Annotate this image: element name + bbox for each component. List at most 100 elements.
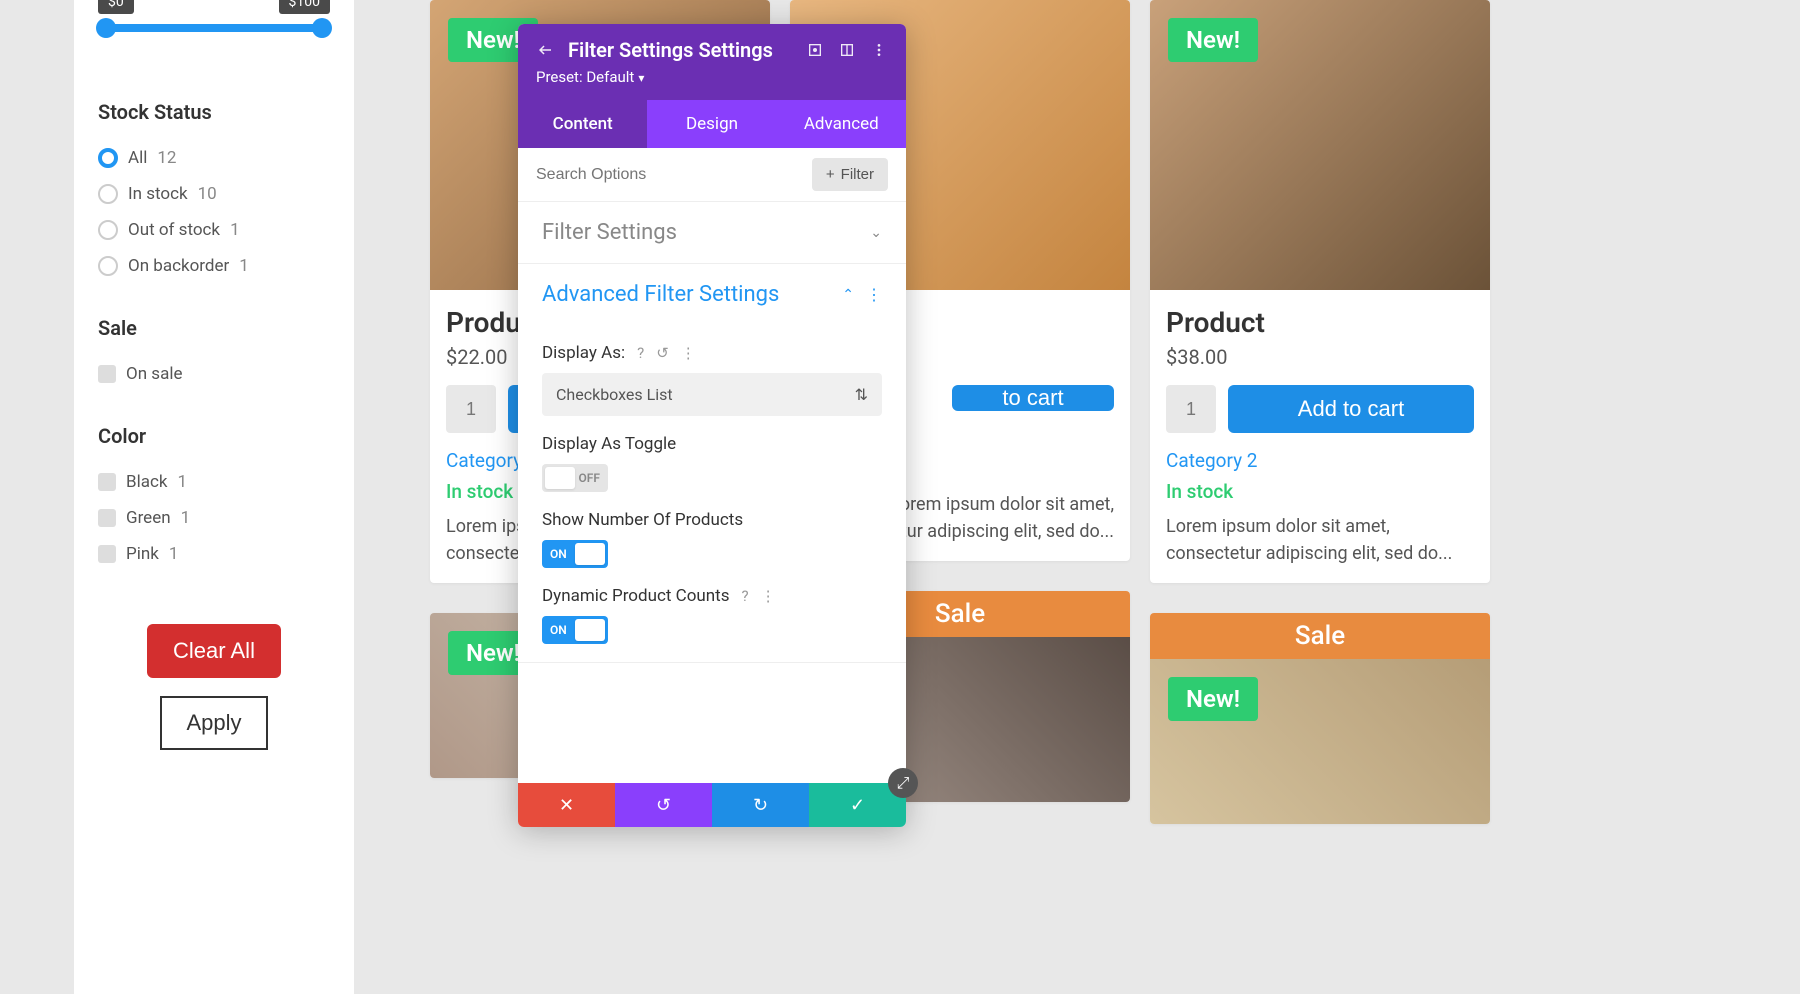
field-dynamic-counts: Dynamic Product Counts ? ⋮ ON bbox=[518, 586, 906, 663]
product-card: New! Product $38.00 Add to cart Category… bbox=[1150, 0, 1490, 583]
color-label: Pink bbox=[126, 544, 159, 564]
sale-banner: Sale bbox=[1150, 613, 1490, 659]
kebab-icon[interactable]: ⋮ bbox=[866, 285, 882, 304]
field-label: Display As: bbox=[542, 343, 625, 363]
product-stock: In stock bbox=[1166, 480, 1474, 503]
toggle-label: ON bbox=[550, 547, 567, 561]
display-as-select[interactable]: Checkboxes List ⇅ bbox=[542, 373, 882, 416]
color-label: Black bbox=[126, 472, 168, 492]
toggle-knob bbox=[545, 467, 575, 489]
undo-icon: ↺ bbox=[656, 795, 671, 816]
radio-icon bbox=[98, 220, 118, 240]
sale-option-onsale[interactable]: On sale bbox=[98, 364, 330, 384]
modal-tabs: Content Design Advanced bbox=[518, 100, 906, 148]
display-toggle-switch[interactable]: OFF bbox=[542, 464, 608, 492]
checkbox-icon bbox=[98, 509, 116, 527]
help-icon[interactable]: ? bbox=[742, 587, 749, 605]
modal-header: Filter Settings Settings Preset: Default bbox=[518, 24, 906, 100]
settings-modal: Filter Settings Settings Preset: Default… bbox=[518, 24, 906, 827]
search-row: + Filter bbox=[518, 148, 906, 202]
sale-label: On sale bbox=[126, 364, 182, 384]
filter-btn-label: Filter bbox=[841, 166, 874, 183]
slider-thumb-min[interactable] bbox=[96, 18, 116, 38]
quantity-input[interactable] bbox=[446, 385, 496, 433]
section-advanced-filter[interactable]: Advanced Filter Settings ⌃ ⋮ bbox=[518, 264, 906, 325]
toggle-label: ON bbox=[550, 623, 567, 637]
reset-icon[interactable]: ↺ bbox=[656, 344, 669, 362]
stock-option-all[interactable]: All 12 bbox=[98, 148, 330, 168]
stock-count: 12 bbox=[157, 148, 176, 168]
toggle-label: OFF bbox=[579, 471, 600, 485]
product-image[interactable]: New! bbox=[1150, 0, 1490, 290]
expand-icon[interactable] bbox=[806, 41, 824, 59]
modal-title: Filter Settings Settings bbox=[568, 38, 792, 62]
product-price: $38.00 bbox=[1166, 345, 1474, 369]
stock-label: All bbox=[128, 148, 147, 168]
radio-icon bbox=[98, 256, 118, 276]
new-badge: New! bbox=[1168, 18, 1258, 62]
field-show-num: Show Number Of Products ON bbox=[518, 510, 906, 568]
dynamic-counts-switch[interactable]: ON bbox=[542, 616, 608, 644]
product-desc: Lorem ipsum dolor sit amet, consectetur … bbox=[1166, 513, 1474, 567]
tab-advanced[interactable]: Advanced bbox=[777, 100, 906, 148]
modal-close-button[interactable]: ✕ bbox=[518, 783, 615, 827]
product-card: Sale New! bbox=[1150, 613, 1490, 824]
back-icon[interactable] bbox=[536, 41, 554, 59]
add-to-cart-button[interactable]: Add to cart bbox=[1228, 385, 1474, 433]
kebab-icon[interactable]: ⋮ bbox=[761, 587, 776, 605]
resize-icon: ⤢ bbox=[897, 773, 910, 793]
section-filter-settings[interactable]: Filter Settings ⌄ bbox=[518, 202, 906, 264]
help-icon[interactable]: ? bbox=[637, 344, 644, 362]
field-display-toggle: Display As Toggle OFF bbox=[518, 434, 906, 492]
modal-footer: ✕ ↺ ↻ ✓ bbox=[518, 783, 906, 827]
toggle-knob bbox=[575, 619, 605, 641]
stock-heading: Stock Status bbox=[98, 100, 330, 124]
price-max-tag: $100 bbox=[279, 0, 330, 14]
section-title: Filter Settings bbox=[542, 220, 677, 245]
price-slider[interactable]: $0 $100 bbox=[98, 0, 330, 60]
check-icon: ✓ bbox=[850, 795, 865, 816]
stock-count: 10 bbox=[198, 184, 217, 204]
tab-content[interactable]: Content bbox=[518, 100, 647, 148]
plus-icon: + bbox=[826, 166, 835, 183]
preset-dropdown[interactable]: Preset: Default bbox=[536, 68, 888, 86]
quantity-input[interactable] bbox=[1166, 385, 1216, 433]
modal-redo-button[interactable]: ↻ bbox=[712, 783, 809, 827]
stock-count: 1 bbox=[230, 220, 240, 240]
color-option-black[interactable]: Black 1 bbox=[98, 472, 330, 492]
modal-undo-button[interactable]: ↺ bbox=[615, 783, 712, 827]
kebab-icon[interactable] bbox=[870, 41, 888, 59]
color-count: 1 bbox=[181, 508, 191, 528]
close-icon: ✕ bbox=[559, 795, 574, 816]
tab-design[interactable]: Design bbox=[647, 100, 776, 148]
clear-all-button[interactable]: Clear All bbox=[147, 624, 281, 678]
chevron-up-icon: ⌃ bbox=[842, 287, 854, 303]
kebab-icon[interactable]: ⋮ bbox=[681, 344, 696, 362]
add-filter-button[interactable]: + Filter bbox=[812, 158, 888, 191]
dock-icon[interactable] bbox=[838, 41, 856, 59]
stock-option-backorder[interactable]: On backorder 1 bbox=[98, 256, 330, 276]
section-title: Advanced Filter Settings bbox=[542, 282, 779, 307]
color-heading: Color bbox=[98, 424, 330, 448]
sale-heading: Sale bbox=[98, 316, 330, 340]
radio-selected-icon bbox=[98, 148, 118, 168]
resize-handle[interactable]: ⤢ bbox=[888, 768, 918, 798]
slider-thumb-max[interactable] bbox=[312, 18, 332, 38]
toggle-knob bbox=[575, 543, 605, 565]
color-count: 1 bbox=[169, 544, 179, 564]
add-to-cart-button[interactable]: to cart bbox=[952, 385, 1114, 411]
color-option-pink[interactable]: Pink 1 bbox=[98, 544, 330, 564]
stock-option-instock[interactable]: In stock 10 bbox=[98, 184, 330, 204]
search-input[interactable] bbox=[536, 166, 812, 184]
product-image[interactable]: New! bbox=[1150, 659, 1490, 824]
chevron-down-icon: ⌄ bbox=[870, 225, 882, 241]
apply-button[interactable]: Apply bbox=[160, 696, 267, 750]
show-num-switch[interactable]: ON bbox=[542, 540, 608, 568]
field-label: Display As Toggle bbox=[542, 434, 676, 454]
filter-sidebar: $0 $100 Stock Status All 12 In stock 10 … bbox=[74, 0, 354, 994]
color-option-green[interactable]: Green 1 bbox=[98, 508, 330, 528]
stock-option-outofstock[interactable]: Out of stock 1 bbox=[98, 220, 330, 240]
product-category[interactable]: Category 2 bbox=[1166, 449, 1474, 472]
slider-track[interactable] bbox=[106, 24, 322, 32]
new-badge: New! bbox=[1168, 677, 1258, 721]
